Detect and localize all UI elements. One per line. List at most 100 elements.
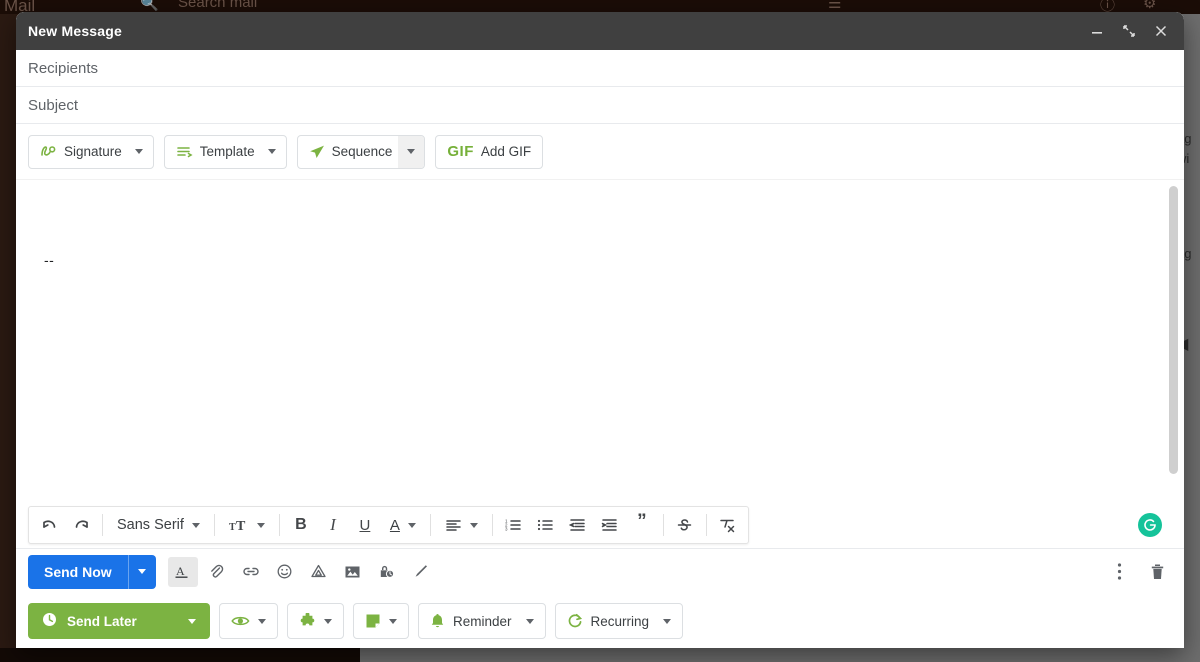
filter-icon: ☰ — [828, 0, 842, 12]
search-icon: 🔍 — [140, 0, 159, 12]
bulleted-list-icon[interactable] — [532, 510, 560, 540]
recurring-label: Recurring — [590, 613, 650, 629]
reminder-button[interactable]: Reminder — [418, 603, 546, 639]
font-family-value: Sans Serif — [117, 517, 184, 533]
strikethrough-icon[interactable] — [671, 510, 699, 540]
svg-text:3: 3 — [505, 527, 508, 532]
send-later-button[interactable]: Send Later — [28, 603, 210, 639]
format-toolbar: Sans Serif T T B I U A 1 2 3 ” — [28, 506, 749, 544]
toolbar-divider — [662, 514, 664, 536]
open-tracking-button[interactable] — [219, 603, 278, 639]
svg-text:A: A — [176, 564, 185, 578]
recurring-icon — [567, 613, 583, 629]
recipients-field[interactable]: Recipients — [16, 50, 1184, 87]
send-button-group: Send Now — [28, 554, 156, 589]
signature-separator: -- — [44, 252, 55, 268]
backdrop-search-placeholder: Search mail — [178, 0, 258, 11]
minimize-icon[interactable] — [1084, 18, 1110, 44]
bell-icon — [430, 613, 445, 629]
underline-icon[interactable]: U — [351, 510, 379, 540]
signature-icon — [40, 144, 57, 159]
toolbar-divider — [705, 514, 707, 536]
compose-window: New Message Recipients Subject Signature… — [16, 12, 1184, 648]
more-options-icon[interactable] — [1104, 557, 1134, 587]
format-toolbar-wrap: Sans Serif T T B I U A 1 2 3 ” — [16, 502, 1184, 548]
template-icon — [176, 145, 193, 159]
puzzle-icon — [299, 613, 316, 629]
subject-placeholder: Subject — [28, 96, 79, 114]
reminder-label: Reminder — [453, 613, 512, 629]
addons-button[interactable] — [287, 603, 344, 639]
template-label: Template — [199, 144, 255, 159]
insert-signature-icon[interactable] — [406, 557, 436, 587]
message-body[interactable]: -- — [16, 180, 1184, 502]
bold-icon[interactable]: B — [287, 510, 315, 540]
signature-button[interactable]: Signature — [28, 134, 154, 169]
backdrop-left-strip — [0, 14, 16, 648]
sequence-label: Sequence — [331, 144, 393, 159]
clock-icon — [42, 612, 57, 630]
attach-file-icon[interactable] — [202, 557, 232, 587]
svg-text:T: T — [229, 522, 236, 532]
toolbar-divider — [429, 514, 431, 536]
font-size-icon[interactable]: T T — [222, 510, 272, 540]
insert-link-icon[interactable] — [236, 557, 266, 587]
send-now-button[interactable]: Send Now — [28, 554, 128, 589]
insert-emoji-icon[interactable] — [270, 557, 300, 587]
eye-tracking-icon — [231, 614, 250, 628]
numbered-list-icon[interactable]: 1 2 3 — [500, 510, 528, 540]
close-icon[interactable] — [1148, 18, 1174, 44]
backdrop-bottom-bar-right — [360, 648, 1200, 662]
send-options-caret[interactable] — [127, 554, 156, 589]
recipients-placeholder: Recipients — [28, 59, 99, 77]
formatting-options-icon[interactable]: A — [167, 556, 198, 587]
grammarly-icon[interactable] — [1138, 513, 1162, 537]
note-icon — [365, 613, 381, 629]
recurring-button[interactable]: Recurring — [554, 603, 684, 639]
send-bar: Send Now A — [16, 548, 1184, 594]
compose-action-icons: A — [167, 556, 436, 587]
toolbar-divider — [278, 514, 280, 536]
template-button[interactable]: Template — [163, 134, 287, 169]
gif-logo-icon: GIF — [447, 143, 474, 160]
scheduling-toolbar: Send Later Reminder Recurring — [16, 594, 1184, 648]
body-scrollbar[interactable] — [1169, 186, 1178, 474]
expand-icon[interactable] — [1116, 18, 1142, 44]
redo-icon[interactable] — [67, 510, 95, 540]
align-icon[interactable] — [438, 510, 485, 540]
remove-formatting-icon[interactable] — [714, 510, 742, 540]
toolbar-divider — [213, 514, 215, 536]
font-family-selector[interactable]: Sans Serif — [110, 510, 207, 540]
subject-field[interactable]: Subject — [16, 87, 1184, 124]
text-color-glyph: A — [389, 516, 400, 534]
toolbar-divider — [102, 514, 103, 536]
sequence-caret[interactable] — [398, 135, 425, 168]
add-gif-label: Add GIF — [480, 144, 532, 159]
svg-text:T: T — [236, 519, 246, 532]
indent-less-icon[interactable] — [564, 510, 592, 540]
text-color-icon[interactable]: A — [383, 510, 423, 540]
insert-drive-icon[interactable] — [304, 557, 334, 587]
settings-icon: ⚙ — [1143, 0, 1157, 12]
send-bar-right — [1104, 557, 1172, 587]
signature-label: Signature — [64, 144, 122, 159]
add-gif-button[interactable]: GIF Add GIF — [435, 134, 544, 169]
sequence-send-icon — [309, 144, 325, 160]
signature-caret[interactable] — [133, 149, 153, 154]
undo-icon[interactable] — [35, 510, 63, 540]
quote-icon[interactable]: ” — [628, 510, 656, 540]
insert-photo-icon[interactable] — [338, 557, 368, 587]
indent-more-icon[interactable] — [596, 510, 624, 540]
discard-draft-icon[interactable] — [1142, 557, 1172, 587]
italic-icon[interactable]: I — [319, 510, 347, 540]
sequence-button[interactable]: Sequence — [296, 134, 426, 169]
template-caret[interactable] — [266, 149, 286, 154]
notes-button[interactable] — [353, 603, 409, 639]
send-later-label: Send Later — [67, 613, 137, 629]
plugin-toolbar: Signature Template Sequence GIF Add GIF — [16, 124, 1184, 180]
window-controls — [1084, 18, 1174, 44]
compose-header: New Message — [16, 12, 1184, 50]
toolbar-divider — [491, 514, 493, 536]
compose-title: New Message — [28, 23, 123, 39]
confidential-mode-icon[interactable] — [372, 557, 402, 587]
